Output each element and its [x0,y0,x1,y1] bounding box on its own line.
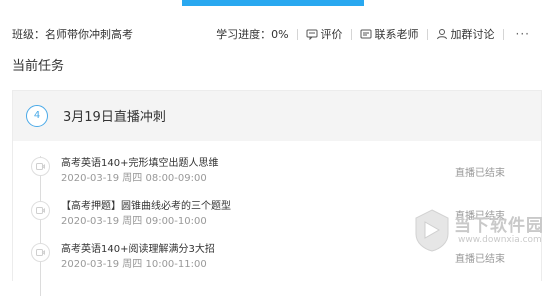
timeline-line [40,156,41,296]
lesson-title[interactable]: 高考英语140+阅读理解满分3大招 [61,240,215,255]
lesson-status: 直播已结束 [455,168,505,179]
lesson-status: 直播已结束 [455,254,505,265]
lesson-time: 2020-03-19 周四 08:00-09:00 [61,173,207,184]
lesson-title[interactable]: 【高考押题】圆锥曲线必考的三个题型 [61,197,231,212]
toolbar: 学习进度：0% 评价 联系老师 加群讨论 ··· [216,26,530,42]
task-header[interactable]: 4 3月19日直播冲刺 [13,91,541,141]
task-title: 3月19日直播冲刺 [63,110,166,125]
video-icon [31,157,50,176]
video-icon [31,201,50,220]
watermark-text: 当下软件园 [454,216,544,236]
divider [350,28,352,40]
join-group-label: 加群讨论 [450,28,495,41]
user-icon [436,29,447,40]
join-group-button[interactable]: 加群讨论 [436,26,495,42]
divider [426,28,428,40]
message-icon [360,29,372,39]
section-title: 当前任务 [12,59,65,74]
divider [296,28,298,40]
review-button[interactable]: 评价 [306,26,343,42]
review-label: 评价 [320,28,343,41]
contact-teacher-label: 联系老师 [374,28,419,41]
class-name: 班级：名师带你冲刺高考 [12,28,133,41]
watermark-logo-icon [415,209,449,252]
contact-teacher-button[interactable]: 联系老师 [360,26,419,42]
more-options-icon[interactable]: ··· [516,27,530,41]
task-card: 4 3月19日直播冲刺 高考英语140+完形填空出题人思维 2020-03-19… [12,90,542,296]
lesson-time: 2020-03-19 周四 10:00-11:00 [61,259,207,270]
task-number-badge: 4 [26,105,48,127]
active-tab-indicator [182,0,364,6]
learning-progress: 学习进度：0% [216,28,289,41]
divider [502,28,504,40]
video-icon [31,243,50,262]
lesson-time: 2020-03-19 周四 09:00-10:00 [61,216,207,227]
watermark-url: www.downxia.com [458,235,542,245]
comment-icon [306,29,318,40]
lesson-title[interactable]: 高考英语140+完形填空出题人思维 [61,154,218,169]
